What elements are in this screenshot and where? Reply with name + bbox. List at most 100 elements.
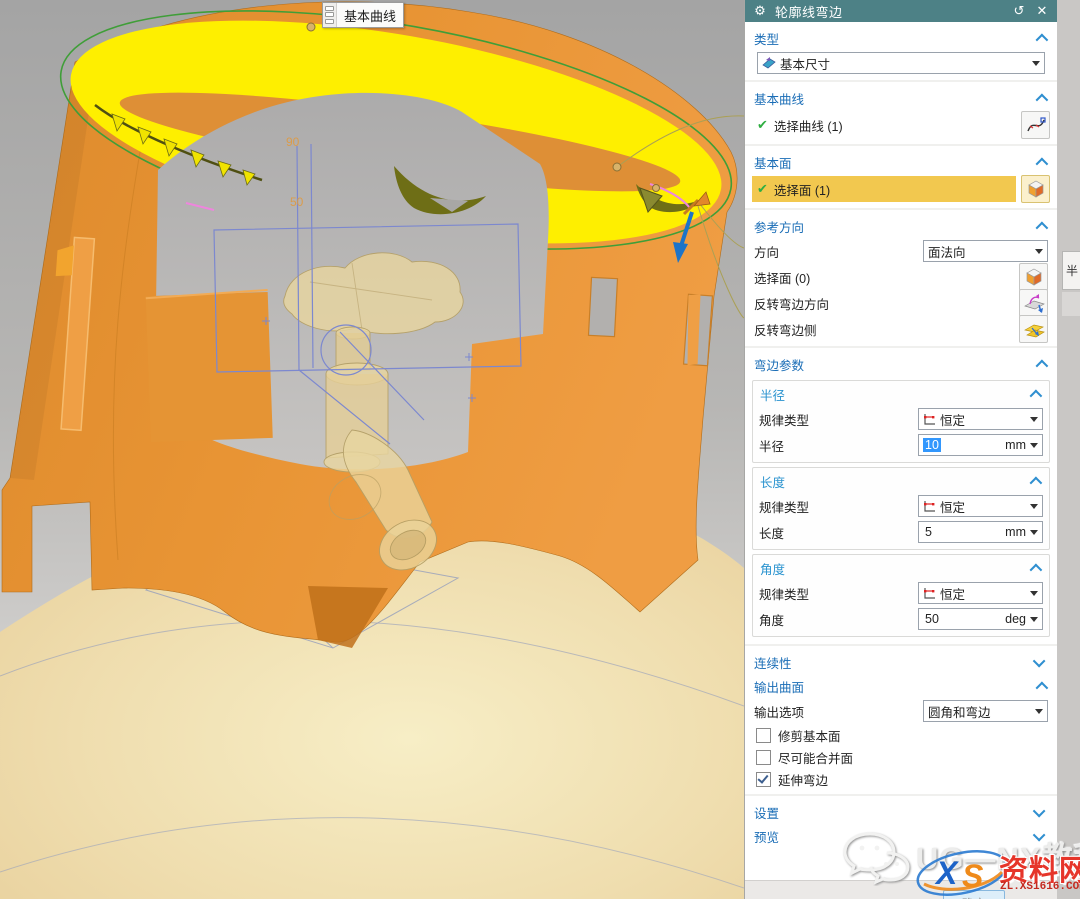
check-icon: ✔ <box>757 181 768 197</box>
dialog-body: 类型 基本尺寸 基本曲线 <box>745 22 1057 899</box>
chevron-up-icon[interactable] <box>1036 157 1049 170</box>
angle-input[interactable]: 50 deg <box>918 608 1043 630</box>
angle-unit[interactable]: deg <box>1005 612 1030 626</box>
output-option-dropdown[interactable]: 圆角和弯边 <box>923 700 1048 722</box>
ref-select-face-row: 选择面 (0) <box>751 264 1051 290</box>
select-curve-row: ✔ 选择曲线 (1) <box>751 110 1051 140</box>
section-settings[interactable]: 设置 <box>751 800 1051 824</box>
output-option-row: 输出选项 圆角和弯边 <box>751 698 1051 724</box>
face-select-button[interactable] <box>1021 175 1050 203</box>
chevron-down-icon[interactable] <box>1033 804 1046 817</box>
constant-law-icon <box>923 500 936 513</box>
clipped-onscreen-input[interactable]: 半 <box>1062 251 1080 290</box>
merge-faces-row: 尽可能合并面 <box>751 746 1051 768</box>
chevron-down-icon[interactable] <box>1033 654 1046 667</box>
separator <box>745 141 1057 149</box>
ok-button[interactable]: 确定 <box>943 890 1005 899</box>
trim-base-face-row: 修剪基本面 <box>751 724 1051 746</box>
length-unit[interactable]: mm <box>1005 525 1030 539</box>
reverse-direction-button[interactable] <box>1019 289 1048 317</box>
separator <box>745 77 1057 85</box>
reverse-side-row: 反转弯边侧 <box>751 316 1051 342</box>
ref-face-select-button[interactable] <box>1019 263 1048 291</box>
dialog-titlebar[interactable]: ⚙ 轮廓线弯边 ↺ ✕ <box>745 0 1057 22</box>
dimension-label: 50 <box>290 195 304 209</box>
subsection-angle[interactable]: 角度 <box>757 556 1045 580</box>
radius-input[interactable]: 10 mm <box>918 434 1043 456</box>
clipped-onscreen-input-body <box>1062 292 1080 316</box>
chevron-up-icon[interactable] <box>1036 681 1049 694</box>
direction-row: 方向 面法向 <box>751 238 1051 264</box>
nx-application-window: 90 50 基本曲线 <box>0 0 1080 899</box>
extend-flange-checkbox[interactable] <box>756 772 771 787</box>
subsection-radius[interactable]: 半径 <box>757 382 1045 406</box>
section-continuity[interactable]: 连续性 <box>751 650 1051 674</box>
dialog-title: 轮廓线弯边 <box>775 2 1004 21</box>
section-flange-parameters[interactable]: 弯边参数 <box>751 352 1051 376</box>
dropdown-arrow-icon <box>1030 417 1038 422</box>
contour-flange-dialog: ⚙ 轮廓线弯边 ↺ ✕ 类型 基本尺寸 <box>744 0 1057 899</box>
section-base-curve[interactable]: 基本曲线 <box>751 86 1051 110</box>
3d-viewport[interactable]: 90 50 <box>0 0 744 899</box>
curve-select-button[interactable] <box>1021 111 1050 139</box>
angle-group: 角度 规律类型 恒定 角度 <box>752 554 1050 637</box>
chevron-up-icon[interactable] <box>1036 93 1049 106</box>
dropdown-arrow-icon <box>1030 530 1038 535</box>
constant-law-icon <box>923 413 936 426</box>
trim-base-face-checkbox[interactable] <box>756 728 771 743</box>
direction-dropdown[interactable]: 面法向 <box>923 240 1048 262</box>
cube-icon <box>1024 267 1044 287</box>
radius-unit[interactable]: mm <box>1005 438 1030 452</box>
tooltip-base-curve: 基本曲线 <box>322 2 404 28</box>
dimension-label: 90 <box>286 135 300 149</box>
chevron-up-icon[interactable] <box>1030 476 1043 489</box>
curve-icon <box>1025 114 1047 136</box>
select-face-field-active[interactable]: ✔ 选择面 (1) <box>752 176 1016 202</box>
type-dropdown[interactable]: 基本尺寸 <box>757 52 1045 74</box>
chevron-down-icon[interactable] <box>1033 828 1046 841</box>
section-reference-direction[interactable]: 参考方向 <box>751 214 1051 238</box>
separator <box>745 205 1057 213</box>
angle-law-dropdown[interactable]: 恒定 <box>918 582 1043 604</box>
reset-icon[interactable]: ↺ <box>1011 3 1027 19</box>
chevron-up-icon[interactable] <box>1036 359 1049 372</box>
select-curve-field[interactable]: ✔ 选择曲线 (1) <box>752 112 1016 138</box>
dialog-button-strip: 确定 <box>745 880 1057 899</box>
dropdown-arrow-icon <box>1030 443 1038 448</box>
radius-value-selected[interactable]: 10 <box>923 438 941 452</box>
dialog-menu-gear-icon[interactable]: ⚙ <box>752 3 768 19</box>
length-input[interactable]: 5 mm <box>918 521 1043 543</box>
separator <box>745 791 1057 799</box>
dropdown-arrow-icon <box>1030 591 1038 596</box>
tooltip-icon-strip <box>323 3 337 27</box>
length-law-row: 规律类型 恒定 <box>757 493 1045 519</box>
shroud-slot <box>589 277 618 336</box>
length-value-row: 长度 5 mm <box>757 519 1045 545</box>
chevron-up-icon[interactable] <box>1030 563 1043 576</box>
angle-value-row: 角度 50 deg <box>757 606 1045 632</box>
section-type[interactable]: 类型 <box>751 26 1051 50</box>
merge-faces-checkbox[interactable] <box>756 750 771 765</box>
constant-law-icon <box>923 587 936 600</box>
angle-value[interactable]: 50 <box>923 612 941 626</box>
radius-law-dropdown[interactable]: 恒定 <box>918 408 1043 430</box>
close-icon[interactable]: ✕ <box>1034 3 1050 19</box>
separator <box>745 343 1057 351</box>
chevron-up-icon[interactable] <box>1030 389 1043 402</box>
extend-flange-row: 延伸弯边 <box>751 768 1051 790</box>
reverse-side-button[interactable] <box>1019 315 1048 343</box>
chevron-up-icon[interactable] <box>1036 33 1049 46</box>
radius-group: 半径 规律类型 恒定 半径 <box>752 380 1050 463</box>
length-law-dropdown[interactable]: 恒定 <box>918 495 1043 517</box>
radius-law-row: 规律类型 恒定 <box>757 406 1045 432</box>
section-preview[interactable]: 预览 <box>751 824 1051 848</box>
flip-direction-icon <box>1023 292 1045 314</box>
length-value[interactable]: 5 <box>923 525 934 539</box>
chevron-up-icon[interactable] <box>1036 221 1049 234</box>
type-row: 基本尺寸 <box>751 50 1051 76</box>
check-icon: ✔ <box>757 117 768 133</box>
section-base-face[interactable]: 基本面 <box>751 150 1051 174</box>
subsection-length[interactable]: 长度 <box>757 469 1045 493</box>
section-output-surface[interactable]: 输出曲面 <box>751 674 1051 698</box>
dropdown-arrow-icon <box>1032 61 1040 66</box>
